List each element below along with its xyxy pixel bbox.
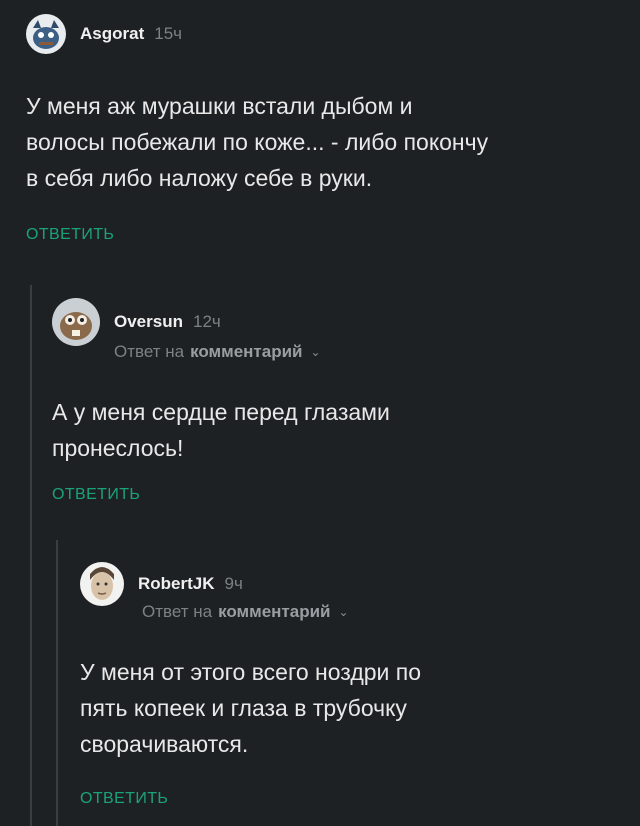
comment-text: У меня аж мурашки встали дыбом и волосы …: [26, 88, 488, 196]
reply-to-link[interactable]: Ответ на комментарий ⌄: [142, 602, 349, 622]
reply-button[interactable]: ОТВЕТИТЬ: [26, 226, 114, 244]
avatar[interactable]: [52, 298, 100, 346]
comment-text-line: У меня от этого всего ноздри по: [80, 659, 422, 685]
comment-text-line: волосы побежали по коже... - либо поконч…: [26, 129, 489, 155]
reply-to-link[interactable]: Ответ на комментарий ⌄: [114, 342, 321, 362]
avatar[interactable]: [80, 562, 124, 606]
comment-time: 15ч: [154, 24, 183, 43]
comment-time: 9ч: [224, 574, 243, 593]
reply-to-target[interactable]: комментарий: [190, 342, 302, 362]
reply-to-target[interactable]: комментарий: [218, 602, 330, 622]
comment-text-line: сворачиваются.: [80, 731, 249, 757]
comment-header: Oversun 12ч: [52, 298, 221, 346]
avatar[interactable]: [26, 14, 66, 54]
reply-to-prefix: Ответ на: [114, 342, 185, 361]
comment-text-line: в себя либо наложу себе в руки.: [26, 165, 373, 191]
comment-header: RobertJK 9ч: [80, 562, 243, 606]
reply-button[interactable]: ОТВЕТИТЬ: [52, 486, 140, 504]
thread-line-level-2: [56, 540, 58, 826]
reply-button[interactable]: ОТВЕТИТЬ: [80, 790, 168, 808]
chevron-down-icon[interactable]: ⌄: [338, 605, 348, 619]
author-name[interactable]: Asgorat: [80, 24, 144, 44]
comment-text: А у меня сердце перед глазами пронеслось…: [52, 394, 390, 466]
comment-text-line: пять копеек и глаза в трубочку: [80, 695, 407, 721]
comment-time: 12ч: [192, 312, 221, 331]
comment-text-line: пронеслось!: [52, 435, 184, 461]
comment-text: У меня от этого всего ноздри по пять коп…: [80, 654, 421, 762]
comment-text-line: А у меня сердце перед глазами: [52, 399, 390, 425]
comment-header: Asgorat 15ч: [26, 14, 182, 54]
reply-to-prefix: Ответ на: [142, 602, 213, 621]
chevron-down-icon[interactable]: ⌄: [310, 345, 320, 359]
author-name[interactable]: Oversun: [114, 312, 183, 332]
comment-text-line: У меня аж мурашки встали дыбом и: [26, 93, 413, 119]
thread-line-level-1: [30, 285, 32, 826]
author-name[interactable]: RobertJK: [138, 574, 215, 594]
